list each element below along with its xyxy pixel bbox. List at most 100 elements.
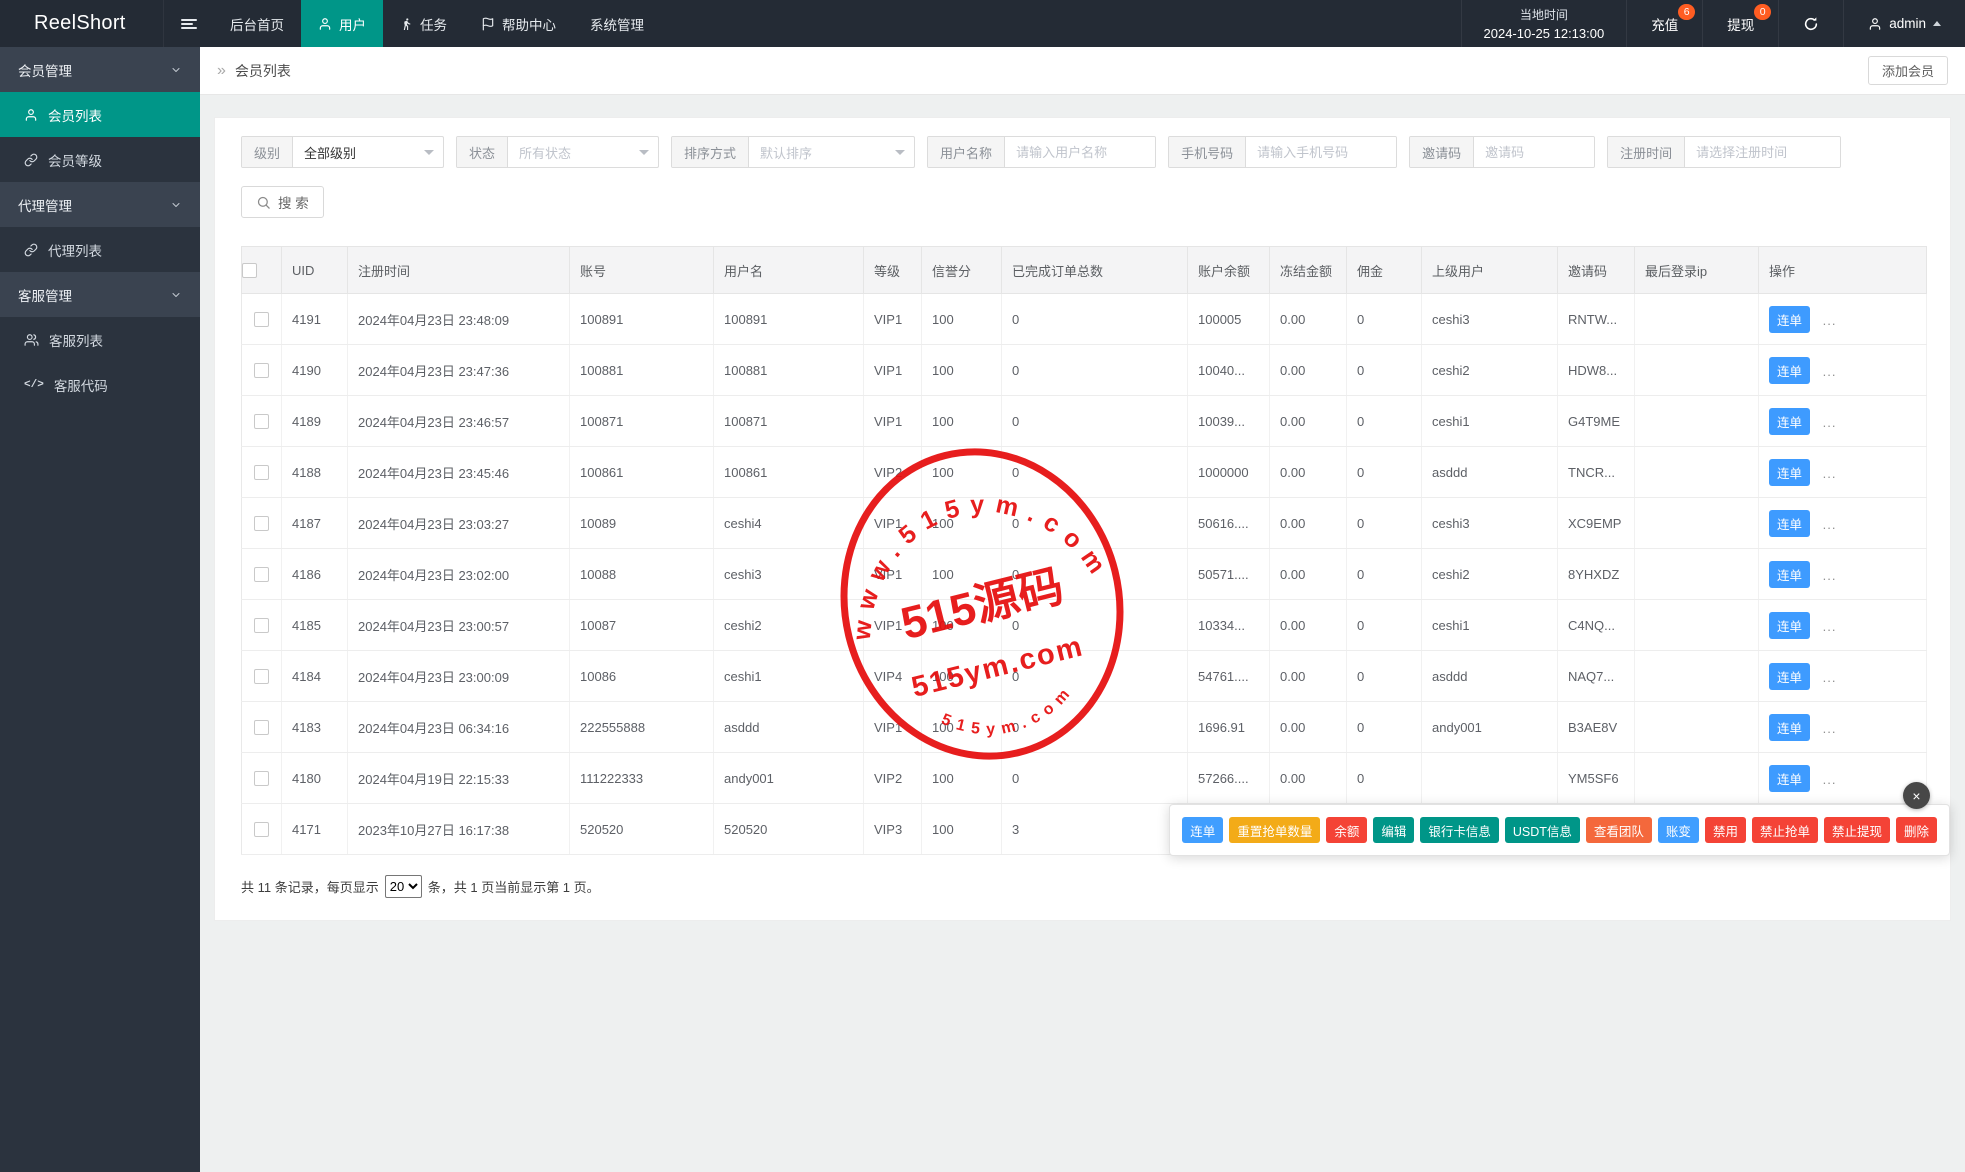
popup-close-button[interactable]: ×: [1903, 782, 1930, 809]
nav-item-5[interactable]: 系统管理: [573, 0, 661, 47]
row-checkbox[interactable]: [254, 516, 269, 532]
sidebar-item-3-1[interactable]: 客服列表: [0, 317, 200, 362]
sidebar-group-3[interactable]: 客服管理: [0, 272, 200, 317]
sidebar-toggle-button[interactable]: [163, 0, 213, 47]
row-checkbox[interactable]: [254, 363, 269, 379]
liandan-button[interactable]: 连单: [1769, 611, 1811, 639]
user-menu[interactable]: admin: [1843, 0, 1965, 47]
page-size-select[interactable]: 20: [384, 875, 422, 898]
row-more-button[interactable]: ...: [1823, 670, 1837, 685]
recharge-badge: 6: [1678, 4, 1696, 20]
row-checkbox-cell: [241, 293, 282, 345]
cell-parent-user: ceshi1: [1421, 395, 1558, 447]
nav-item-4[interactable]: 帮助中心: [464, 0, 573, 47]
liandan-button[interactable]: 连单: [1769, 356, 1811, 384]
popup-action-button-6[interactable]: USDT信息: [1504, 817, 1580, 843]
cell-last-login-ip: [1634, 599, 1759, 651]
popup-action-button-9[interactable]: 禁用: [1704, 817, 1746, 843]
nav-item-1[interactable]: 后台首页: [213, 0, 301, 47]
column-header: 账户余额: [1187, 246, 1270, 294]
select-all-checkbox[interactable]: [242, 263, 257, 279]
filter-select-2[interactable]: 所有状态: [508, 137, 658, 167]
row-more-button[interactable]: ...: [1823, 466, 1837, 481]
sidebar-item-3-2[interactable]: </> 客服代码: [0, 362, 200, 407]
cell-action: 连单 ...: [1758, 344, 1927, 396]
liandan-button[interactable]: 连单: [1769, 407, 1811, 435]
popup-action-button-8[interactable]: 账变: [1657, 817, 1699, 843]
liandan-button[interactable]: 连单: [1769, 560, 1811, 588]
row-more-button[interactable]: ...: [1823, 313, 1837, 328]
popup-action-button-4[interactable]: 编辑: [1373, 817, 1415, 843]
liandan-button[interactable]: 连单: [1769, 305, 1811, 333]
cell-frozen-amount: 0.00: [1269, 650, 1347, 702]
withdraw-button[interactable]: 提现 0: [1702, 0, 1778, 47]
sidebar-item-1-1[interactable]: 会员列表: [0, 92, 200, 137]
search-button[interactable]: 搜 索: [241, 186, 324, 218]
liandan-button[interactable]: 连单: [1769, 662, 1811, 690]
cell-uid: 4184: [281, 650, 348, 702]
refresh-button[interactable]: [1778, 0, 1843, 47]
liandan-button[interactable]: 连单: [1769, 764, 1811, 792]
filter-select-3[interactable]: 默认排序: [749, 137, 914, 167]
row-checkbox[interactable]: [254, 312, 269, 328]
row-checkbox[interactable]: [254, 771, 269, 787]
cell-reg-time: 2024年04月23日 23:02:00: [347, 548, 570, 600]
cell-frozen-amount: 0.00: [1269, 701, 1347, 753]
sidebar-item-1-2[interactable]: 会员等级: [0, 137, 200, 182]
filter-input-6[interactable]: [1474, 137, 1595, 167]
nav-item-3[interactable]: 任务: [383, 0, 464, 47]
popup-action-button-3[interactable]: 余额: [1326, 817, 1368, 843]
row-checkbox[interactable]: [254, 669, 269, 685]
cell-invite-code: YM5SF6: [1557, 752, 1635, 804]
row-more-button[interactable]: ...: [1823, 721, 1837, 736]
column-header: 佣金: [1346, 246, 1422, 294]
cell-invite-code: C4NQ...: [1557, 599, 1635, 651]
add-member-button[interactable]: 添加会员: [1867, 56, 1948, 85]
sidebar-group-1[interactable]: 会员管理: [0, 47, 200, 92]
row-checkbox[interactable]: [254, 822, 269, 838]
row-more-button[interactable]: ...: [1823, 568, 1837, 583]
popup-action-button-12[interactable]: 删除: [1895, 817, 1937, 843]
popup-action-button-2[interactable]: 重置抢单数量: [1229, 817, 1321, 843]
popup-action-button-11[interactable]: 禁止提现: [1823, 817, 1890, 843]
hamburger-icon: [180, 17, 197, 31]
filter-input-4[interactable]: [1005, 137, 1156, 167]
liandan-button[interactable]: 连单: [1769, 458, 1811, 486]
recharge-button[interactable]: 充值 6: [1626, 0, 1702, 47]
row-checkbox[interactable]: [254, 414, 269, 430]
popup-action-button-10[interactable]: 禁止抢单: [1751, 817, 1818, 843]
nav-item-label: 系统管理: [590, 17, 644, 33]
row-checkbox[interactable]: [254, 720, 269, 736]
sidebar-item-2-1[interactable]: 代理列表: [0, 227, 200, 272]
row-checkbox[interactable]: [254, 465, 269, 481]
liandan-button[interactable]: 连单: [1769, 713, 1811, 741]
filter-select-1[interactable]: 全部级别: [293, 137, 443, 167]
cell-uid: 4171: [281, 803, 348, 855]
cell-commission: 0: [1346, 752, 1422, 804]
filter-input-7[interactable]: [1685, 137, 1841, 167]
row-more-button[interactable]: ...: [1823, 619, 1837, 634]
cell-action: 连单 ...: [1758, 395, 1927, 447]
sidebar-group-2[interactable]: 代理管理: [0, 182, 200, 227]
row-more-button[interactable]: ...: [1823, 517, 1837, 532]
row-checkbox[interactable]: [254, 618, 269, 634]
cell-uid: 4191: [281, 293, 348, 345]
header-checkbox-cell: [241, 246, 282, 294]
popup-action-button-1[interactable]: 连单: [1182, 817, 1224, 843]
filter-group-7: 注册时间: [1607, 136, 1842, 168]
row-more-button[interactable]: ...: [1823, 415, 1837, 430]
popup-action-label: 连单: [1190, 824, 1216, 839]
cell-parent-user: ceshi2: [1421, 548, 1558, 600]
row-more-button[interactable]: ...: [1823, 364, 1837, 379]
popup-action-button-5[interactable]: 银行卡信息: [1420, 817, 1499, 843]
row-checkbox[interactable]: [254, 567, 269, 583]
cell-commission: 0: [1346, 446, 1422, 498]
popup-action-button-7[interactable]: 查看团队: [1585, 817, 1652, 843]
row-more-button[interactable]: ...: [1823, 772, 1837, 787]
filter-input-5[interactable]: [1246, 137, 1397, 167]
chevron-down-icon: [170, 289, 182, 301]
cell-orders-done: 0: [1001, 650, 1188, 702]
row-checkbox-cell: [241, 446, 282, 498]
nav-item-2[interactable]: 用户: [301, 0, 383, 47]
liandan-button[interactable]: 连单: [1769, 509, 1811, 537]
